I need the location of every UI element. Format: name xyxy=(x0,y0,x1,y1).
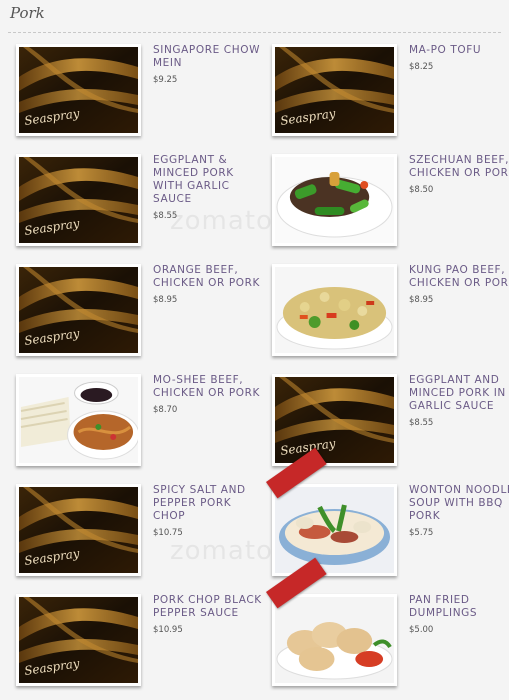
dumplings-photo xyxy=(275,597,394,683)
menu-item-name: Singapore Chow Mein xyxy=(153,44,261,69)
menu-item-price: $8.95 xyxy=(409,295,434,305)
menu-item-price: $9.25 xyxy=(153,75,178,85)
menu-item-price: $10.75 xyxy=(153,528,183,538)
menu-item-image[interactable]: Seaspray xyxy=(16,594,141,686)
menu-item-image[interactable]: Seaspray xyxy=(272,44,397,136)
menu-item-price: $8.95 xyxy=(153,295,178,305)
seaspray-logo-image: Seaspray xyxy=(19,47,138,133)
section-header: Pork xyxy=(8,2,501,33)
menu-item-price: $8.55 xyxy=(409,418,434,428)
menu-item-price: $8.50 xyxy=(409,185,434,195)
menu-item-name: Mo-Shee Beef, Chicken or Pork xyxy=(153,374,261,399)
menu-item-image[interactable]: Seaspray xyxy=(272,374,397,466)
seaspray-logo-image: Seaspray xyxy=(19,267,138,353)
menu-item-price: $8.55 xyxy=(153,211,178,221)
menu-item-image[interactable] xyxy=(272,264,397,356)
menu-item[interactable]: Seaspray Singapore Chow Mein $9.25 xyxy=(2,44,259,144)
seaspray-logo-image: Seaspray xyxy=(19,597,138,683)
menu-item-image[interactable] xyxy=(16,374,141,466)
menu-item-image[interactable]: Seaspray xyxy=(16,264,141,356)
menu-item-name: Spicy Salt and Pepper Pork Chop xyxy=(153,484,246,522)
menu-item-image[interactable]: Seaspray xyxy=(16,44,141,136)
menu-item-image[interactable] xyxy=(266,557,397,686)
menu-item-name: Ma-Po Tofu xyxy=(409,44,482,56)
menu-item-name: Kung Pao Beef, Chicken or Pork xyxy=(409,264,509,289)
seaspray-logo-image: Seaspray xyxy=(19,487,138,573)
menu-item[interactable]: Seaspray Spicy Salt and Pepper Pork Chop… xyxy=(2,484,252,584)
menu-item-name: Szechuan Beef, Chicken or Pork xyxy=(409,154,509,179)
menu-item[interactable]: Seaspray Pork Chop Black Pepper Sauce $10… xyxy=(2,594,261,694)
menu-item-price: $5.75 xyxy=(409,528,434,538)
menu-item-price: $8.70 xyxy=(153,405,178,415)
menu-item-price: $8.25 xyxy=(409,62,434,72)
seaspray-logo-image: Seaspray xyxy=(275,47,394,133)
menu-item-name: Orange Beef, Chicken or Pork xyxy=(153,264,261,289)
menu-item[interactable]: Seaspray Orange Beef, Chicken or Pork $8.… xyxy=(2,264,259,364)
menu-item[interactable]: Wonton Noodle Soup with BBQ Pork $5.75 xyxy=(258,447,509,584)
menu-item-name: Pork Chop Black Pepper Sauce xyxy=(153,594,262,619)
menu-item-price: $5.00 xyxy=(409,625,434,635)
menu-item[interactable]: Seaspray Eggplant & Minced Pork with Gar… xyxy=(2,154,252,254)
seaspray-logo-image: Seaspray xyxy=(275,377,394,463)
menu-item-image[interactable] xyxy=(266,447,397,576)
menu-item[interactable]: Mo-Shee Beef, Chicken or Pork $8.70 xyxy=(2,374,259,474)
wonton-soup-photo xyxy=(275,487,394,573)
menu-item[interactable]: Szechuan Beef, Chicken or Pork $8.50 xyxy=(258,154,509,254)
stirfry-photo xyxy=(275,157,394,243)
menu-item-image[interactable]: Seaspray xyxy=(16,484,141,576)
menu-item-image[interactable]: Seaspray xyxy=(16,154,141,246)
menu-item[interactable]: Seaspray Ma-Po Tofu $8.25 xyxy=(258,44,508,144)
menu-item[interactable]: Seaspray Eggplant and Minced Pork in Gar… xyxy=(258,374,508,474)
menu-item-image[interactable] xyxy=(272,154,397,246)
menu-item[interactable]: Pan Fried Dumplings $5.00 xyxy=(258,557,508,694)
menu-item-name: Eggplant and Minced Pork in Garlic Sauce xyxy=(409,374,506,412)
menu-item-name: Pan Fried Dumplings xyxy=(409,594,478,619)
kung-pao-photo xyxy=(275,267,394,353)
menu-item[interactable]: Kung Pao Beef, Chicken or Pork $8.95 xyxy=(258,264,509,364)
menu-item-name: Wonton Noodle Soup with BBQ Pork xyxy=(409,484,509,522)
section-title: Pork xyxy=(10,4,45,22)
mo-shee-photo xyxy=(19,377,138,463)
seaspray-logo-image: Seaspray xyxy=(19,157,138,243)
menu-item-name: Eggplant & Minced Pork with Garlic Sauce xyxy=(153,154,234,205)
menu-item-price: $10.95 xyxy=(153,625,183,635)
